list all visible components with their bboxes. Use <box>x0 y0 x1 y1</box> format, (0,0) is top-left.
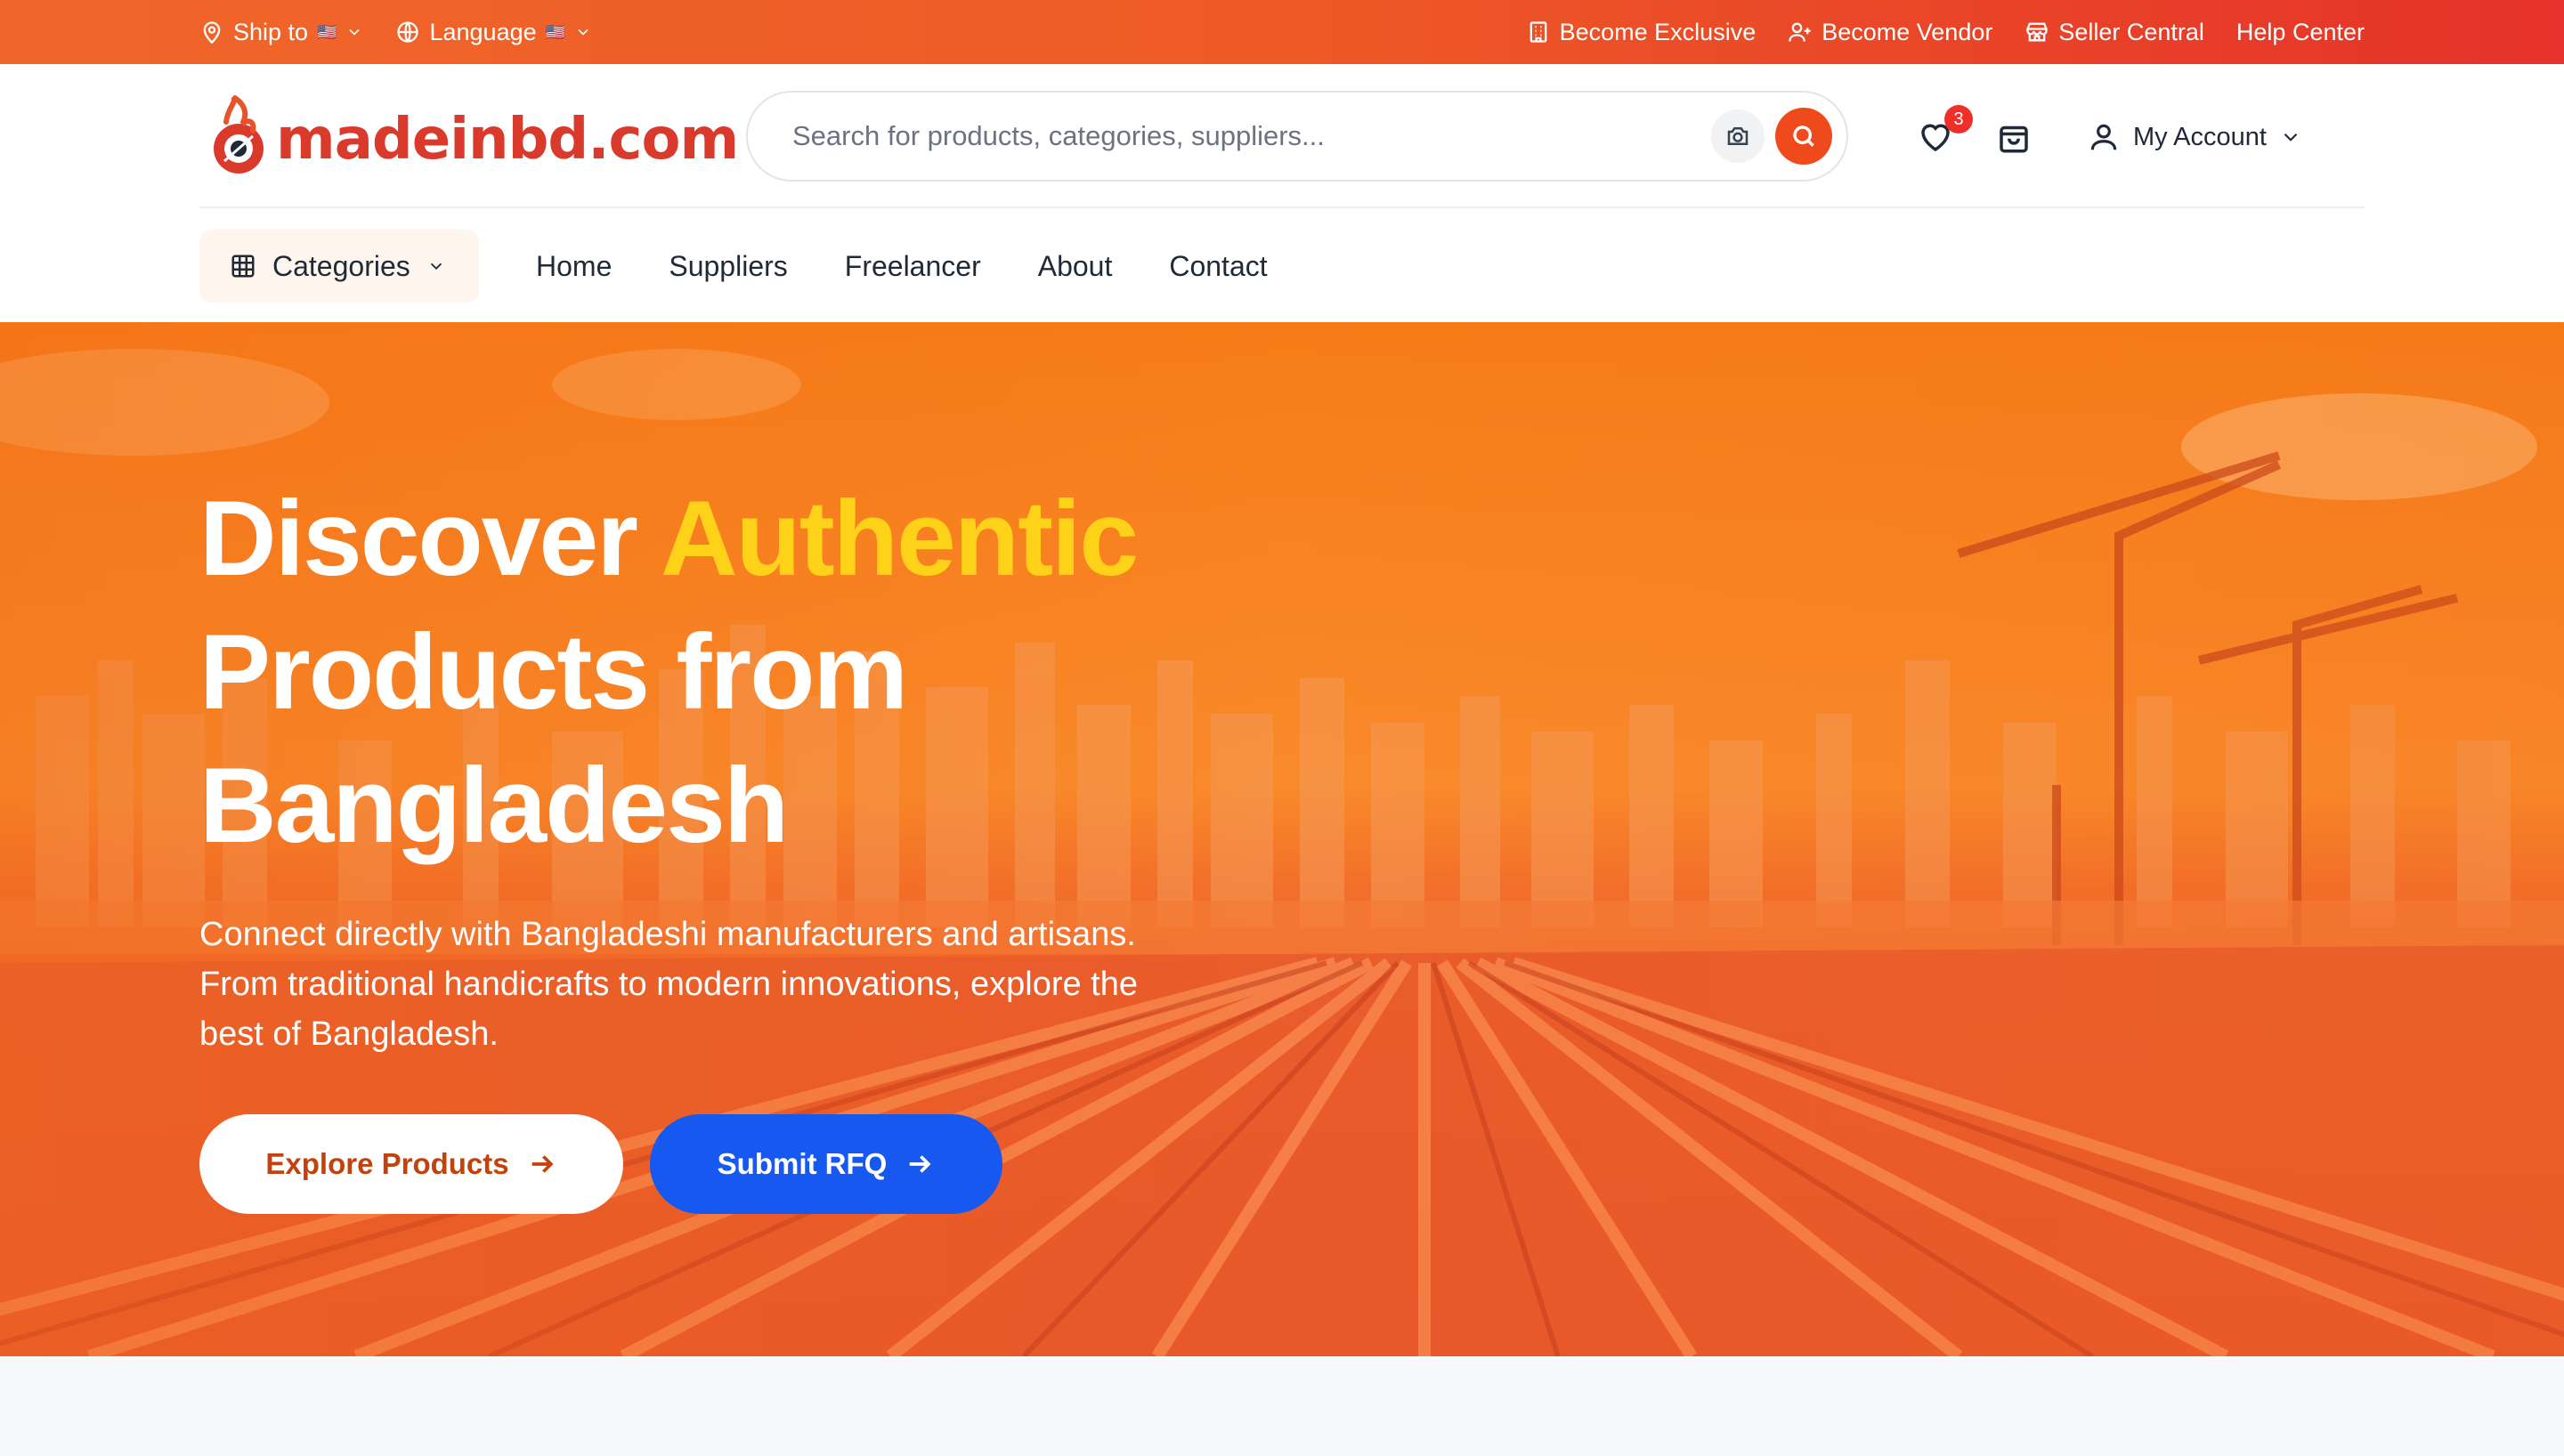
main-navigation: Categories Home Suppliers Freelancer Abo… <box>199 230 1268 303</box>
search-input[interactable] <box>792 120 1711 152</box>
building-icon <box>1529 21 1546 43</box>
nav-link-freelancer[interactable]: Freelancer <box>845 250 981 283</box>
become-vendor-link[interactable]: Become Vendor <box>1788 19 1992 46</box>
globe-icon <box>397 21 419 43</box>
search-bar <box>746 91 1848 182</box>
my-account-label: My Account <box>2133 122 2267 151</box>
hero-heading: Discover Authentic Products from Banglad… <box>199 472 1268 872</box>
arrow-right-icon <box>909 1155 931 1173</box>
search-button[interactable] <box>1775 108 1832 165</box>
become-exclusive-label: Become Exclusive <box>1559 18 1757 45</box>
header-divider <box>199 206 2365 208</box>
nav-link-about[interactable]: About <box>1038 250 1113 283</box>
main-header: madeinbd.com 3 My Account Categories Hom… <box>0 64 2564 322</box>
grid-icon <box>231 255 255 278</box>
map-pin-icon <box>203 21 221 44</box>
site-logo[interactable]: madeinbd.com <box>207 91 739 189</box>
user-icon <box>2090 124 2117 150</box>
hero-heading-part2: Products from Bangladesh <box>199 612 908 865</box>
explore-products-label: Explore Products <box>265 1147 509 1180</box>
logo-text: madeinbd.com <box>276 107 739 173</box>
language-label: Language <box>429 18 537 45</box>
us-flag-icon: 🇺🇸 <box>317 22 337 41</box>
us-flag-icon: 🇺🇸 <box>545 22 566 41</box>
become-exclusive-link[interactable]: Become Exclusive <box>1526 18 1757 46</box>
nav-link-suppliers[interactable]: Suppliers <box>669 250 787 283</box>
logo-mark-icon <box>214 95 264 174</box>
my-account-menu[interactable]: My Account <box>2087 110 2302 164</box>
page-content-start <box>0 1356 2564 1456</box>
explore-products-button[interactable]: Explore Products <box>199 1114 623 1214</box>
language-selector[interactable]: Language 🇺🇸 <box>395 19 592 46</box>
hero-heading-part1: Discover <box>199 479 638 598</box>
top-utility-bar: Ship to 🇺🇸 Language 🇺🇸 Become Exclusive … <box>0 0 2564 64</box>
image-search-button[interactable] <box>1711 109 1765 163</box>
ship-to-label: Ship to <box>233 18 309 45</box>
seller-central-link[interactable]: Seller Central <box>2024 19 2204 46</box>
user-plus-icon <box>1789 22 1811 42</box>
seller-central-label: Seller Central <box>2058 18 2204 45</box>
help-center-label: Help Center <box>2235 18 2365 45</box>
hero-heading-accent: Authentic <box>660 479 1139 598</box>
chevron-down-icon <box>578 28 588 36</box>
nav-link-contact[interactable]: Contact <box>1169 250 1267 283</box>
search-icon <box>1793 125 1814 147</box>
store-icon <box>2026 22 2049 42</box>
chevron-down-icon <box>349 28 361 36</box>
wishlist-count-badge: 3 <box>1944 105 1973 133</box>
arrow-right-icon <box>531 1155 554 1173</box>
categories-button[interactable]: Categories <box>199 230 479 303</box>
categories-label: Categories <box>272 249 410 282</box>
submit-rfq-button[interactable]: Submit RFQ <box>650 1114 1002 1214</box>
shopping-bag-icon <box>2000 125 2028 153</box>
chevron-down-icon <box>430 263 442 271</box>
camera-icon <box>1727 127 1749 145</box>
help-center-link[interactable]: Help Center <box>2236 19 2365 46</box>
hero-subtitle: Connect directly with Bangladeshi manufa… <box>199 916 1138 1053</box>
submit-rfq-label: Submit RFQ <box>717 1147 888 1180</box>
wishlist-button[interactable]: 3 <box>1909 105 1973 164</box>
chevron-down-icon <box>2284 133 2298 142</box>
ship-to-selector[interactable]: Ship to 🇺🇸 <box>199 19 363 46</box>
nav-link-home[interactable]: Home <box>536 250 612 283</box>
cart-button[interactable] <box>1987 110 2041 164</box>
hero-banner: Discover Authentic Products from Banglad… <box>0 322 2564 1356</box>
become-vendor-label: Become Vendor <box>1822 18 1993 45</box>
